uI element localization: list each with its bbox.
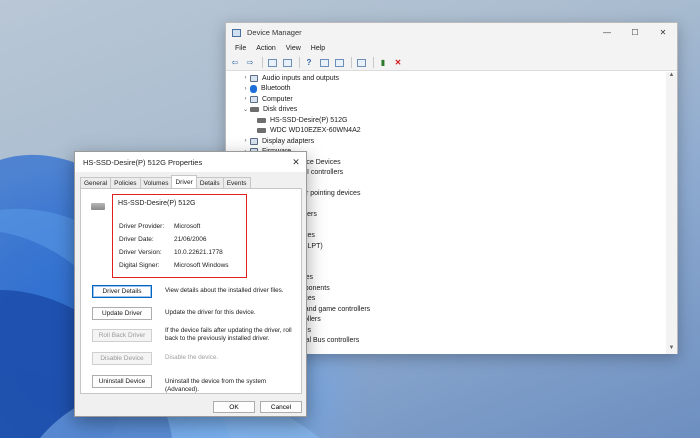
tree-category-row[interactable]: › Audio inputs and outputs bbox=[226, 73, 667, 84]
bluetooth-icon bbox=[250, 84, 257, 93]
roll-back-driver-description: If the device fails after updating the d… bbox=[165, 327, 292, 342]
toolbar-separator bbox=[299, 57, 300, 68]
properties-dialog: HS-SSD-Desire(P) 512G Properties ✕ Gener… bbox=[74, 151, 307, 417]
toolbar-separator bbox=[373, 57, 374, 68]
tree-item-label: Audio inputs and outputs bbox=[262, 74, 340, 82]
driver-tab-panel: HS-SSD-Desire(P) 512G Driver Provider: M… bbox=[80, 188, 302, 394]
update-driver-button[interactable]: Update Driver bbox=[92, 307, 152, 320]
menu-view[interactable]: View bbox=[281, 45, 306, 52]
expand-chevron-icon[interactable]: › bbox=[241, 86, 250, 92]
uninstall-device-button[interactable]: Uninstall Device bbox=[92, 375, 152, 388]
tree-item-label: Bluetooth bbox=[261, 85, 291, 93]
expand-chevron-icon[interactable]: › bbox=[241, 138, 250, 144]
add-driver-icon[interactable]: ▮ bbox=[377, 57, 389, 69]
tree-category-row[interactable]: › Display adapters bbox=[226, 136, 667, 147]
device-manager-app-icon bbox=[232, 28, 241, 37]
toolbar-separator bbox=[351, 57, 352, 68]
scroll-down-icon[interactable]: ▼ bbox=[666, 345, 677, 354]
tree-item-label: HS-SSD-Desire(P) 512G bbox=[270, 116, 348, 124]
tree-category-row[interactable]: › Computer bbox=[226, 94, 667, 105]
tab-bar: General Policies Volumes Driver Details … bbox=[80, 175, 251, 188]
tab-volumes[interactable]: Volumes bbox=[139, 177, 173, 188]
expand-chevron-icon[interactable]: › bbox=[241, 75, 250, 81]
show-hide-tree-icon[interactable] bbox=[266, 57, 278, 69]
disable-device-description: Disable the device. bbox=[165, 354, 219, 361]
disable-device-button: Disable Device bbox=[92, 352, 152, 365]
update-driver-description: Update the driver for this device. bbox=[165, 309, 256, 316]
toolbar-separator bbox=[262, 57, 263, 68]
scroll-up-icon[interactable]: ▲ bbox=[666, 72, 677, 81]
forward-arrow-icon[interactable]: ⇨ bbox=[244, 57, 256, 69]
dm-menubar: File Action View Help bbox=[226, 42, 677, 55]
tree-item-label: Disk drives bbox=[263, 106, 298, 114]
dm-titlebar[interactable]: Device Manager — ☐ ✕ bbox=[226, 23, 677, 42]
disk-drive-icon bbox=[91, 203, 105, 210]
disk-drive-icon bbox=[250, 107, 259, 113]
display-adapter-icon bbox=[250, 137, 258, 145]
tree-item-label: WDC WD10EZEX-60WN4A2 bbox=[270, 127, 361, 135]
dialog-close-icon[interactable]: ✕ bbox=[286, 157, 306, 168]
menu-action[interactable]: Action bbox=[251, 45, 280, 52]
dm-toolbar: ⇦ ⇨ ? ▮ ✕ bbox=[226, 55, 677, 71]
tree-category-row[interactable]: ⌄ Disk drives bbox=[226, 105, 667, 116]
roll-back-driver-button: Roll Back Driver bbox=[92, 329, 152, 342]
expand-chevron-icon[interactable]: › bbox=[241, 96, 250, 102]
tree-device-row[interactable]: HS-SSD-Desire(P) 512G bbox=[226, 115, 667, 126]
back-arrow-icon[interactable]: ⇦ bbox=[229, 57, 241, 69]
disk-drive-icon bbox=[257, 128, 266, 134]
vertical-scrollbar[interactable]: ▲ ▼ bbox=[666, 72, 677, 354]
update-driver-icon[interactable] bbox=[333, 57, 345, 69]
dialog-title: HS-SSD-Desire(P) 512G Properties bbox=[83, 157, 203, 167]
help-icon[interactable]: ? bbox=[303, 57, 315, 69]
tab-details[interactable]: Details bbox=[195, 177, 224, 188]
cancel-button[interactable]: Cancel bbox=[260, 401, 302, 413]
properties-icon[interactable] bbox=[281, 57, 293, 69]
disk-drive-icon bbox=[257, 117, 266, 123]
close-button[interactable]: ✕ bbox=[649, 23, 677, 42]
tab-driver[interactable]: Driver bbox=[171, 175, 197, 188]
tree-category-row[interactable]: › Bluetooth bbox=[226, 84, 667, 95]
tab-policies[interactable]: Policies bbox=[110, 177, 141, 188]
tree-item-label: Computer bbox=[262, 95, 293, 103]
minimize-button[interactable]: — bbox=[593, 23, 621, 42]
uninstall-device-description: Uninstall the device from the system (Ad… bbox=[165, 378, 267, 393]
view-icon[interactable] bbox=[318, 57, 330, 69]
dm-window-title: Device Manager bbox=[247, 28, 302, 37]
highlight-annotation-box bbox=[112, 194, 247, 278]
tree-item-label: Display adapters bbox=[262, 137, 315, 145]
collapse-chevron-icon[interactable]: ⌄ bbox=[241, 106, 250, 113]
ok-button[interactable]: OK bbox=[213, 401, 255, 413]
scan-hardware-icon[interactable] bbox=[355, 57, 367, 69]
tab-events[interactable]: Events bbox=[222, 177, 251, 188]
driver-details-description: View details about the installed driver … bbox=[165, 287, 284, 294]
dialog-titlebar[interactable]: HS-SSD-Desire(P) 512G Properties ✕ bbox=[75, 152, 306, 172]
speaker-icon bbox=[250, 74, 258, 82]
computer-icon bbox=[250, 95, 258, 103]
menu-help[interactable]: Help bbox=[306, 45, 330, 52]
tab-general[interactable]: General bbox=[80, 177, 112, 188]
uninstall-x-icon[interactable]: ✕ bbox=[392, 57, 404, 69]
maximize-button[interactable]: ☐ bbox=[621, 23, 649, 42]
tree-device-row[interactable]: WDC WD10EZEX-60WN4A2 bbox=[226, 126, 667, 137]
menu-file[interactable]: File bbox=[230, 45, 251, 52]
driver-details-button[interactable]: Driver Details bbox=[92, 285, 152, 298]
